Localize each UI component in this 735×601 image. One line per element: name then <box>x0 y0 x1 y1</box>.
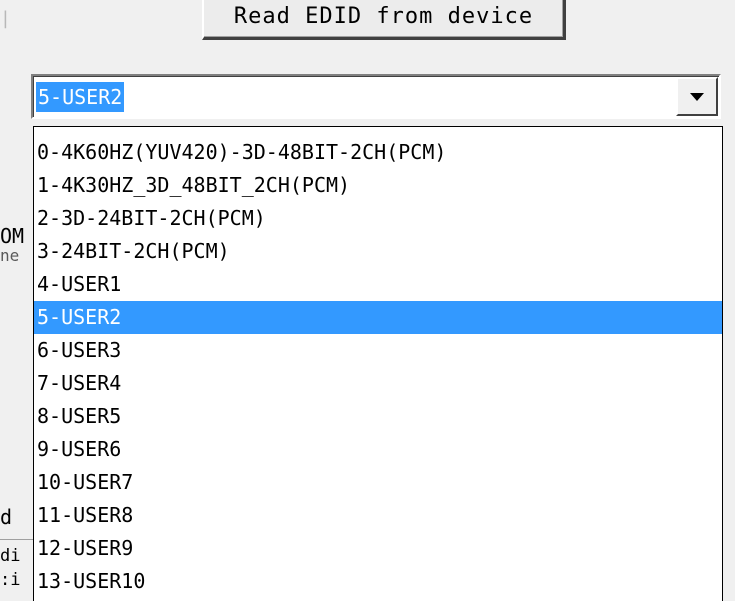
hidden-label-fragment: :i <box>0 570 21 590</box>
hidden-label-fragment: ne <box>0 246 20 265</box>
dropdown-option[interactable]: 4-USER1 <box>34 268 722 301</box>
dropdown-option[interactable]: 0-4K60HZ(YUV420)-3D-48BIT-2CH(PCM) <box>34 136 722 169</box>
dropdown-option[interactable]: 6-USER3 <box>34 334 722 367</box>
combo-selected-value: 5-USER2 <box>36 82 125 112</box>
edid-preset-combobox[interactable]: 5-USER2 <box>31 74 721 119</box>
dropdown-option[interactable]: 7-USER4 <box>34 367 722 400</box>
hidden-label-fragment: OM <box>0 224 25 248</box>
chevron-down-icon <box>690 92 704 101</box>
panel-edge-fragment: | <box>0 8 10 29</box>
read-edid-button[interactable]: Read EDID from device <box>202 0 566 40</box>
dropdown-option[interactable]: 12-USER9 <box>34 532 722 565</box>
dropdown-option[interactable]: 9-USER6 <box>34 433 722 466</box>
dropdown-option[interactable]: 5-USER2 <box>34 301 722 334</box>
hidden-label-fragment: di <box>0 546 21 566</box>
dropdown-option[interactable]: 10-USER7 <box>34 466 722 499</box>
panel-divider <box>0 539 34 540</box>
hidden-label-fragment: d <box>0 505 13 529</box>
dropdown-option[interactable]: 3-24BIT-2CH(PCM) <box>34 235 722 268</box>
dropdown-option[interactable]: 2-3D-24BIT-2CH(PCM) <box>34 202 722 235</box>
dropdown-option[interactable]: 1-4K30HZ_3D_48BIT_2CH(PCM) <box>34 169 722 202</box>
dropdown-toggle-button[interactable] <box>676 77 718 116</box>
edid-preset-dropdown-list: 0-4K60HZ(YUV420)-3D-48BIT-2CH(PCM) 1-4K30… <box>33 126 723 601</box>
dropdown-option[interactable]: 8-USER5 <box>34 400 722 433</box>
dropdown-option[interactable]: 11-USER8 <box>34 499 722 532</box>
dropdown-option[interactable]: 13-USER10 <box>34 565 722 598</box>
